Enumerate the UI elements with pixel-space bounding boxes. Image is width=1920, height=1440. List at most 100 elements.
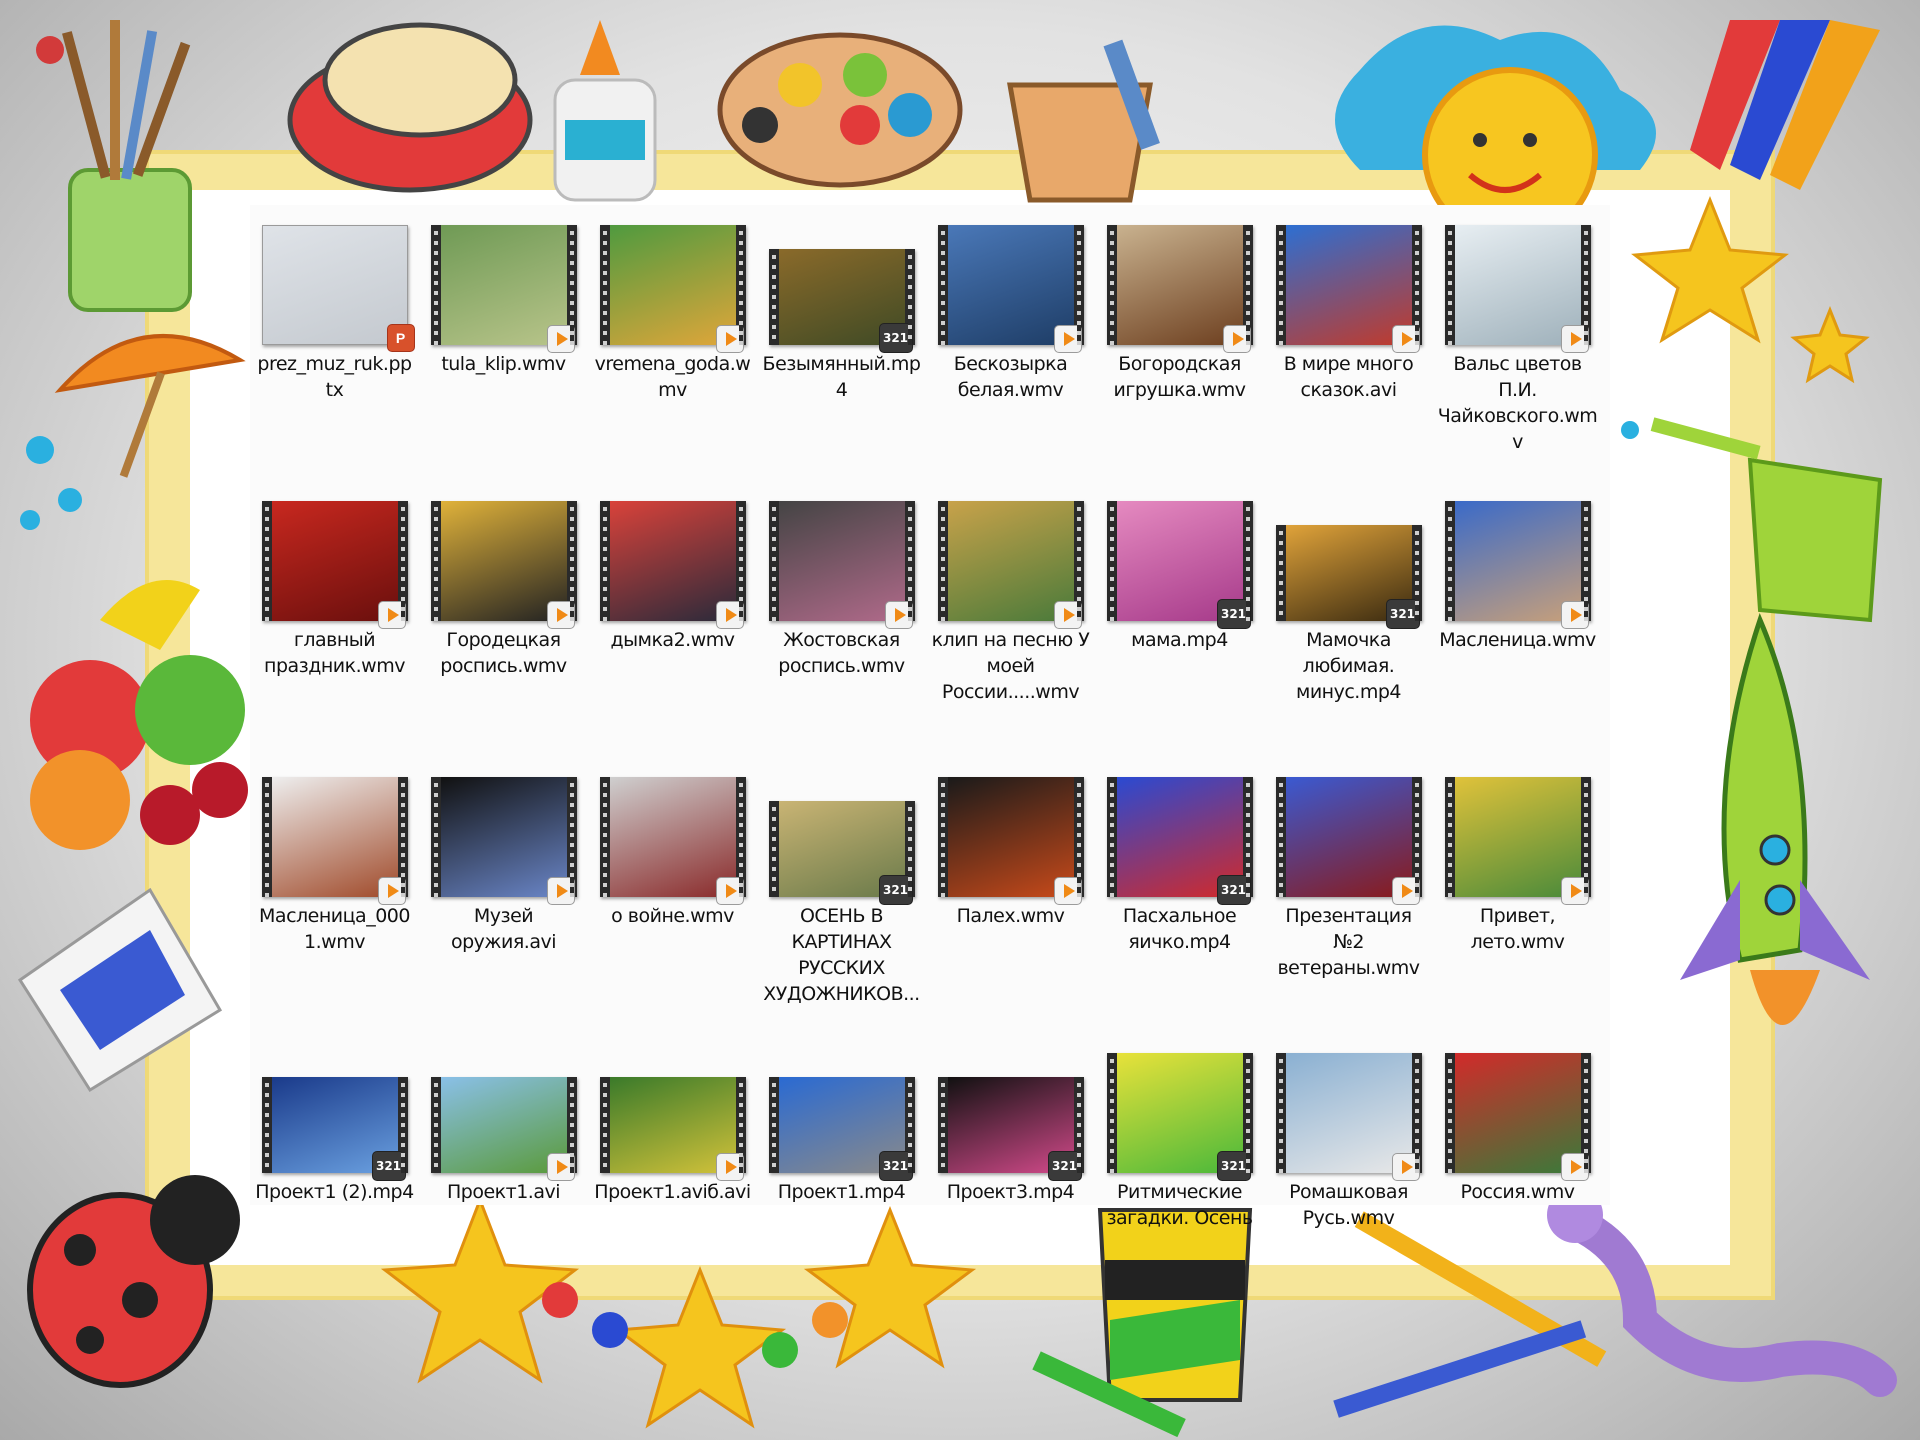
file-name: Масленица_0001.wmv — [259, 905, 410, 953]
file-item[interactable]: 321 Ритмические загадки. Осень — [1095, 1033, 1264, 1309]
file-thumbnail-slot — [260, 757, 410, 905]
file-item[interactable]: Масленица.wmv — [1433, 481, 1602, 757]
file-item[interactable]: Жостовская роспись.wmv — [757, 481, 926, 757]
file-thumbnail-slot — [598, 205, 748, 353]
file-item[interactable]: tula_klip.wmv — [419, 205, 588, 481]
file-item[interactable]: В мире много сказок.avi — [1264, 205, 1433, 481]
file-item[interactable]: Бескозырка белая.wmv — [926, 205, 1095, 481]
file-name: Презентация №2 ветераны.wmv — [1277, 905, 1420, 979]
file-item[interactable]: 321 Безымянный.mp4 — [757, 205, 926, 481]
file-name: Ромашковая Русь.wmv — [1289, 1181, 1408, 1229]
file-name: Безымянный.mp4 — [762, 353, 921, 401]
play-icon — [546, 325, 575, 353]
play-icon — [1053, 325, 1082, 353]
file-thumbnail-slot — [936, 205, 1086, 353]
file-item[interactable]: Масленица_0001.wmv — [250, 757, 419, 1033]
file-item[interactable]: клип на песню У моей России.....wmv — [926, 481, 1095, 757]
file-item[interactable]: 321 мама.mp4 — [1095, 481, 1264, 757]
file-item[interactable]: Богородская игрушка.wmv — [1095, 205, 1264, 481]
video-thumbnail — [1444, 501, 1591, 629]
file-thumbnail-slot — [1443, 481, 1593, 629]
video-thumbnail — [261, 501, 408, 629]
file-item[interactable]: Вальс цветов П.И. Чайковского.wmv — [1433, 205, 1602, 481]
video-thumbnail: 321 — [768, 249, 915, 353]
mpc-icon: 321 — [1216, 1151, 1251, 1181]
file-icon-grid: Pprez_muz_ruk.pptx tula_klip.wmv vremena_g… — [250, 205, 1602, 1309]
file-thumbnail-slot: 321 — [767, 205, 917, 353]
play-icon — [715, 877, 744, 905]
video-thumbnail — [599, 225, 746, 353]
play-icon — [1391, 325, 1420, 353]
video-thumbnail: 321 — [1106, 777, 1253, 905]
presentation-thumbnail: P — [261, 225, 415, 352]
video-thumbnail — [937, 501, 1084, 629]
drum-icon — [287, 22, 533, 193]
file-name: Россия.wmv — [1460, 1181, 1575, 1203]
file-item[interactable]: Pprez_muz_ruk.pptx — [250, 205, 419, 481]
flower-pot-icon — [1007, 39, 1160, 203]
file-item[interactable]: Городецкая роспись.wmv — [419, 481, 588, 757]
video-thumbnail — [1275, 1053, 1422, 1181]
ladybug-icon — [27, 1175, 240, 1388]
mpc-icon: 321 — [371, 1151, 406, 1181]
video-thumbnail: 321 — [937, 1077, 1084, 1181]
file-thumbnail-slot — [429, 1033, 579, 1181]
file-item[interactable]: Проект1.aviб.avi — [588, 1033, 757, 1309]
video-thumbnail — [261, 777, 408, 905]
video-thumbnail — [430, 777, 577, 905]
file-item[interactable]: 321 ОСЕНЬ В КАРТИНАХ РУССКИХ ХУДОЖНИКОВ..… — [757, 757, 926, 1033]
file-thumbnail-slot — [1443, 205, 1593, 353]
play-icon — [546, 1153, 575, 1181]
file-thumbnail-slot — [936, 481, 1086, 629]
file-explorer-view: Pprez_muz_ruk.pptx tula_klip.wmv vremena_g… — [250, 205, 1610, 1229]
file-item[interactable]: 321 Пасхальное яичко.mp4 — [1095, 757, 1264, 1033]
file-item[interactable]: дымка2.wmv — [588, 481, 757, 757]
file-item[interactable]: Палех.wmv — [926, 757, 1095, 1033]
file-item[interactable]: 321 Проект1 (2).mp4 — [250, 1033, 419, 1309]
file-name: Богородская игрушка.wmv — [1113, 353, 1246, 401]
glue-bottle-icon — [553, 20, 657, 202]
file-thumbnail-slot — [767, 481, 917, 629]
file-name: Проект3.mp4 — [946, 1181, 1075, 1203]
paint-tube-icon — [17, 887, 223, 1093]
mpc-icon: 321 — [1385, 599, 1420, 629]
file-thumbnail-slot: 321 — [767, 757, 917, 905]
file-name: мама.mp4 — [1131, 629, 1228, 651]
file-item[interactable]: Привет, лето.wmv — [1433, 757, 1602, 1033]
play-icon — [1560, 877, 1589, 905]
play-icon — [1560, 1153, 1589, 1181]
file-item[interactable]: 321 Проект1.mp4 — [757, 1033, 926, 1309]
file-item[interactable]: 321 Проект3.mp4 — [926, 1033, 1095, 1309]
play-icon — [546, 877, 575, 905]
file-name: В мире много сказок.avi — [1283, 353, 1414, 401]
file-name: Музей оружия.avi — [450, 905, 557, 953]
play-icon — [1560, 601, 1589, 629]
play-icon — [546, 601, 575, 629]
file-name: tula_klip.wmv — [441, 353, 566, 375]
file-item[interactable]: Ромашковая Русь.wmv — [1264, 1033, 1433, 1309]
file-name: дымка2.wmv — [610, 629, 735, 651]
file-name: клип на песню У моей России.....wmv — [931, 629, 1090, 703]
file-item[interactable]: 321 Мамочка любимая. минус.mp4 — [1264, 481, 1433, 757]
file-thumbnail-slot — [1274, 757, 1424, 905]
video-thumbnail — [430, 225, 577, 353]
mpc-icon: 321 — [878, 323, 913, 353]
file-item[interactable]: Презентация №2 ветераны.wmv — [1264, 757, 1433, 1033]
file-name: prez_muz_ruk.pptx — [257, 353, 412, 401]
file-item[interactable]: vremena_goda.wmv — [588, 205, 757, 481]
video-thumbnail — [599, 777, 746, 905]
file-name: Проект1 (2).mp4 — [255, 1181, 414, 1203]
file-thumbnail-slot: 321 — [260, 1033, 410, 1181]
file-item[interactable]: Проект1.avi — [419, 1033, 588, 1309]
file-item[interactable]: Музей оружия.avi — [419, 757, 588, 1033]
file-thumbnail-slot — [1443, 1033, 1593, 1181]
video-thumbnail — [937, 225, 1084, 353]
video-thumbnail — [937, 777, 1084, 905]
play-icon — [1560, 325, 1589, 353]
file-item[interactable]: о войне.wmv — [588, 757, 757, 1033]
video-thumbnail — [1275, 225, 1422, 353]
file-name: главный праздник.wmv — [264, 629, 405, 677]
file-item[interactable]: главный праздник.wmv — [250, 481, 419, 757]
play-icon — [377, 601, 406, 629]
file-item[interactable]: Россия.wmv — [1433, 1033, 1602, 1309]
